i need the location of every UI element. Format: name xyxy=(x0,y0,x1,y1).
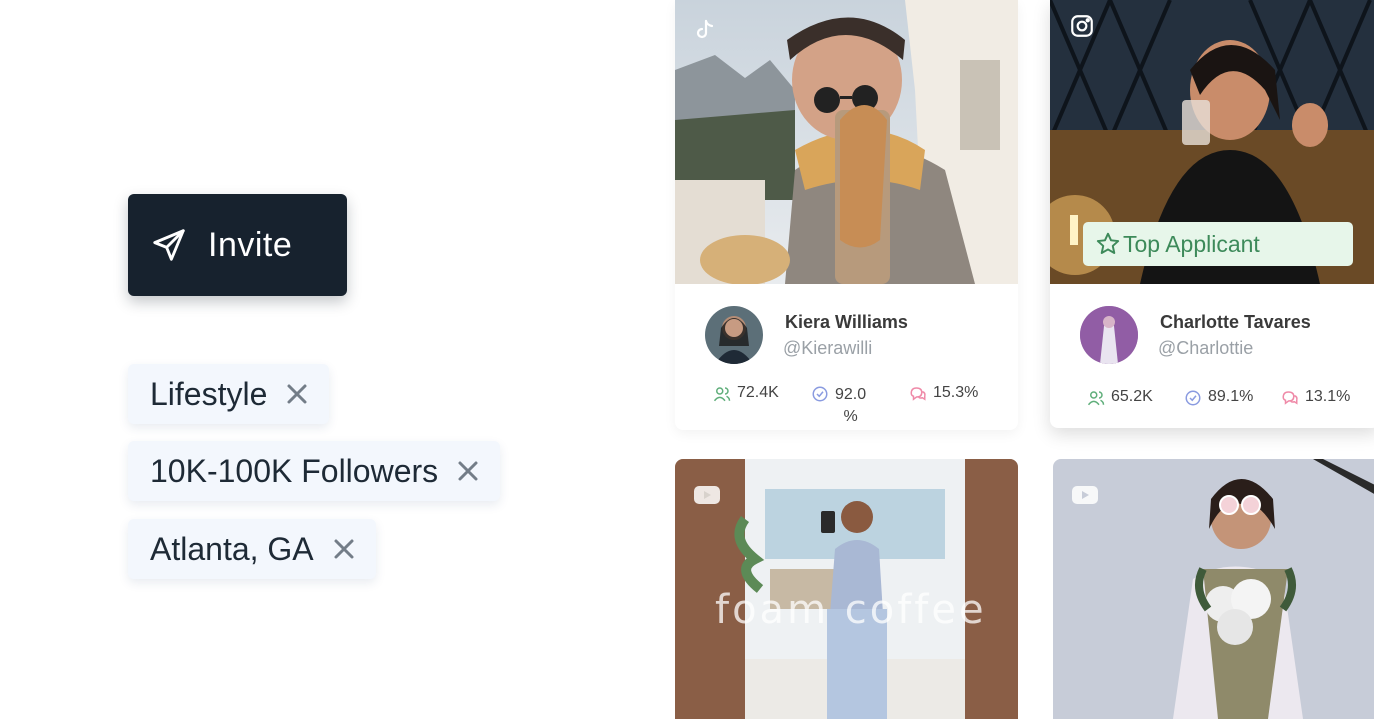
approval-unit: % xyxy=(843,408,858,425)
filter-chip-label: Lifestyle xyxy=(150,375,268,412)
creator-card[interactable]: Kiera Williams @Kierawilli 72.4K 92.0 % … xyxy=(675,0,1018,430)
chat-bubbles-icon xyxy=(1281,389,1299,407)
video-overlay-text: foam coffee xyxy=(715,587,987,633)
engagement-stat: 13.1% xyxy=(1281,388,1350,407)
tiktok-icon xyxy=(691,16,719,44)
instagram-icon xyxy=(1068,12,1096,40)
users-icon xyxy=(713,385,731,403)
close-icon[interactable] xyxy=(456,459,480,483)
filter-chip-label: Atlanta, GA xyxy=(150,530,314,567)
followers-value: 65.2K xyxy=(1111,388,1153,405)
star-icon xyxy=(1095,231,1121,257)
check-circle-icon xyxy=(1184,389,1202,407)
creator-handle: @Charlottie xyxy=(1158,338,1254,358)
approval-value: 89.1% xyxy=(1208,388,1254,405)
engagement-value: 13.1% xyxy=(1305,388,1351,405)
engagement-stat: 15.3% xyxy=(909,384,978,403)
paper-plane-icon xyxy=(150,226,188,264)
check-circle-icon xyxy=(811,385,829,403)
close-icon[interactable] xyxy=(332,537,356,561)
invite-label: Invite xyxy=(208,225,293,264)
chat-bubbles-icon xyxy=(909,385,927,403)
filter-chip-followers: 10K-100K Followers xyxy=(128,441,501,501)
youtube-icon xyxy=(1071,481,1099,509)
followers-value: 72.4K xyxy=(737,384,779,401)
approval-stat: 92.0 % xyxy=(811,384,866,428)
creator-photo xyxy=(675,0,1018,284)
invite-button[interactable]: Invite xyxy=(128,194,347,296)
approval-stat: 89.1% xyxy=(1184,388,1253,407)
creator-handle: @Kierawilli xyxy=(783,338,873,358)
filter-chip-lifestyle: Lifestyle xyxy=(128,364,330,424)
avatar xyxy=(1080,306,1138,364)
creator-photo xyxy=(1053,459,1374,719)
top-applicant-label: Top Applicant xyxy=(1123,230,1260,257)
users-icon xyxy=(1087,389,1105,407)
followers-stat: 72.4K xyxy=(713,384,779,403)
followers-stat: 65.2K xyxy=(1087,388,1153,407)
creator-profile: Charlotte Tavares @Charlottie 65.2K 89.1… xyxy=(1050,284,1374,428)
filter-chip-label: 10K-100K Followers xyxy=(150,452,439,489)
creator-profile: Kiera Williams @Kierawilli 72.4K 92.0 % … xyxy=(675,284,1018,430)
filter-chip-location: Atlanta, GA xyxy=(128,519,376,579)
approval-value: 92.0 xyxy=(835,386,867,403)
engagement-value: 15.3% xyxy=(933,384,979,401)
top-applicant-badge: Top Applicant xyxy=(1083,222,1353,266)
youtube-icon xyxy=(693,481,721,509)
creator-name: Charlotte Tavares xyxy=(1160,312,1311,332)
creator-card-featured[interactable]: Top Applicant Charlotte Tavares @Charlot… xyxy=(1050,0,1374,428)
creator-name: Kiera Williams xyxy=(785,312,908,332)
creator-card[interactable]: foam coffee xyxy=(675,459,1018,719)
close-icon[interactable] xyxy=(285,382,309,406)
creator-card[interactable] xyxy=(1053,459,1374,719)
avatar xyxy=(705,306,763,364)
